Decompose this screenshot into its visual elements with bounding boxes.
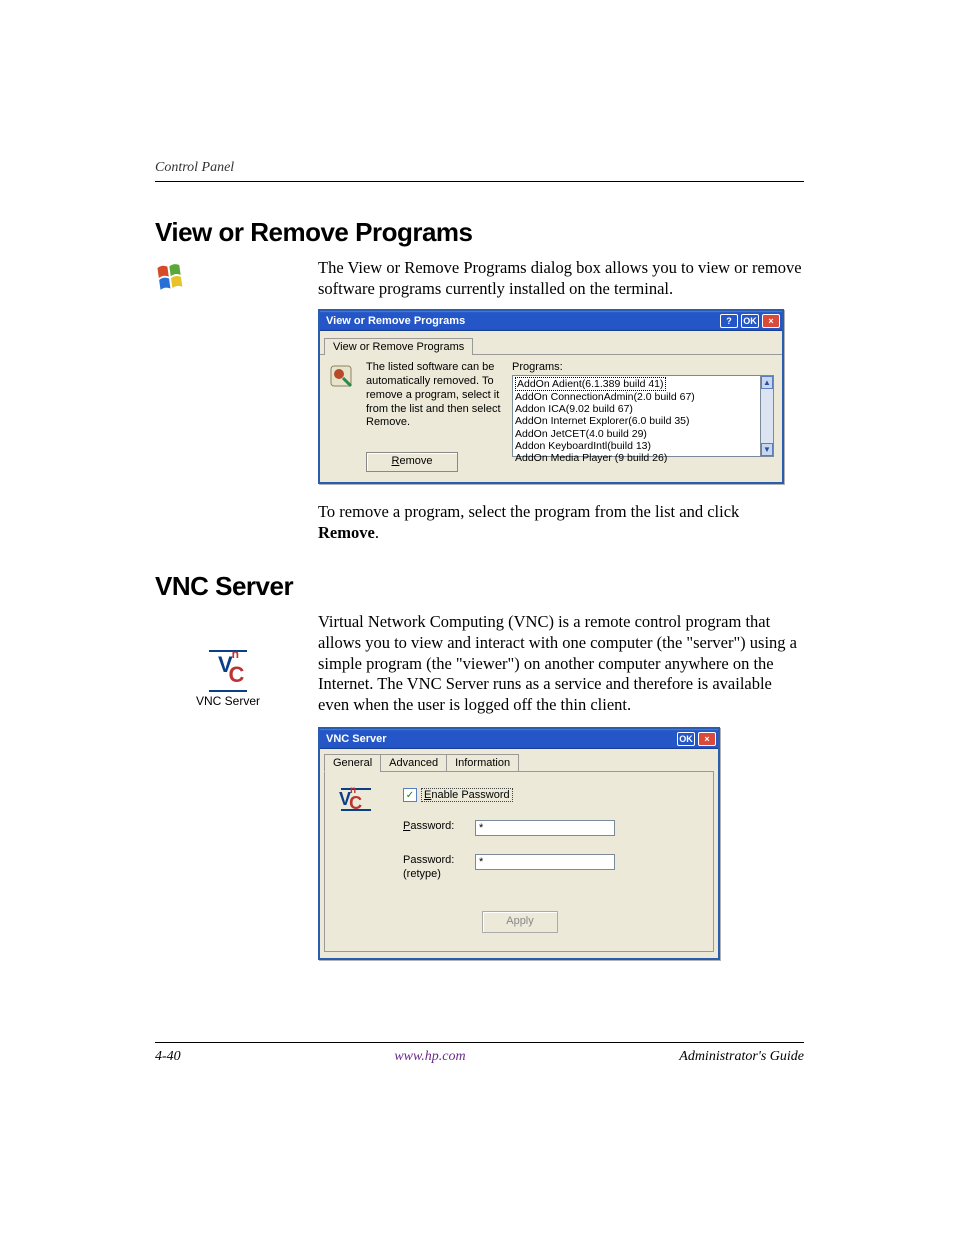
- password-retype-label: Password: (retype): [403, 854, 461, 880]
- tab-view-remove[interactable]: View or Remove Programs: [324, 338, 473, 355]
- page-footer: 4-40 www.hp.com Administrator's Guide: [155, 1042, 804, 1065]
- ok-button[interactable]: OK: [677, 732, 695, 746]
- dialog2-title: VNC Server: [326, 733, 387, 745]
- footer-guide: Administrator's Guide: [679, 1049, 804, 1065]
- scroll-up-button[interactable]: ▲: [761, 376, 773, 389]
- list-item[interactable]: AddOn Internet Explorer(6.0 build 35): [515, 415, 690, 427]
- section2-para1: Virtual Network Computing (VNC) is a rem…: [318, 612, 804, 715]
- dialog1-title: View or Remove Programs: [326, 315, 465, 327]
- ok-button[interactable]: OK: [741, 314, 759, 328]
- apply-button: Apply: [482, 911, 558, 933]
- vnc-logo-icon: VnC: [339, 788, 373, 880]
- tab-advanced[interactable]: Advanced: [380, 754, 447, 772]
- programs-label: Programs:: [512, 361, 774, 373]
- programs-listbox[interactable]: AddOn Adient(6.1.389 build 41) AddOn Con…: [512, 375, 760, 457]
- password-label: Password:: [403, 820, 461, 833]
- enable-password-label: Enable Password: [421, 788, 513, 802]
- list-item[interactable]: AddOn ConnectionAdmin(2.0 build 67): [515, 391, 695, 403]
- dialog1-titlebar: View or Remove Programs ? OK ×: [320, 311, 782, 331]
- section1-para1: The View or Remove Programs dialog box a…: [318, 258, 804, 299]
- footer-url: www.hp.com: [394, 1049, 465, 1065]
- windows-logo-icon: [155, 260, 191, 296]
- list-item[interactable]: AddOn Media Player (9 build 26): [515, 452, 667, 464]
- section1-para2: To remove a program, select the program …: [318, 502, 804, 543]
- tab-information[interactable]: Information: [446, 754, 519, 772]
- list-item[interactable]: Addon ICA(9.02 build 67): [515, 403, 633, 415]
- password-retype-field[interactable]: *: [475, 854, 615, 870]
- list-item[interactable]: AddOn JetCET(4.0 build 29): [515, 428, 647, 440]
- scroll-down-button[interactable]: ▼: [761, 443, 773, 456]
- remove-button[interactable]: Remove: [366, 452, 458, 472]
- section-heading-view-remove: View or Remove Programs: [155, 217, 804, 248]
- vnc-icon-caption: VNC Server: [183, 694, 273, 708]
- vnc-server-icon: Vn C VNC Server: [183, 650, 273, 708]
- programs-scrollbar[interactable]: ▲ ▼: [760, 375, 774, 457]
- view-remove-programs-dialog: View or Remove Programs ? OK × View or R…: [318, 309, 784, 484]
- enable-password-checkbox[interactable]: ✓: [403, 788, 417, 802]
- dialog1-description: The listed software can be automatically…: [366, 361, 504, 430]
- password-field[interactable]: *: [475, 820, 615, 836]
- close-button[interactable]: ×: [762, 314, 780, 328]
- list-item[interactable]: AddOn Adient(6.1.389 build 41): [515, 377, 666, 391]
- dialog2-titlebar: VNC Server OK ×: [320, 729, 718, 749]
- close-button[interactable]: ×: [698, 732, 716, 746]
- help-button[interactable]: ?: [720, 314, 738, 328]
- list-item[interactable]: Addon KeyboardIntl(build 13): [515, 440, 651, 452]
- section-heading-vnc: VNC Server: [155, 571, 804, 602]
- tab-general[interactable]: General: [324, 754, 381, 772]
- page-number: 4-40: [155, 1049, 181, 1065]
- vnc-server-dialog: VNC Server OK × GeneralAdvancedInformati…: [318, 727, 720, 959]
- running-head: Control Panel: [155, 160, 804, 182]
- add-remove-icon: [328, 361, 358, 472]
